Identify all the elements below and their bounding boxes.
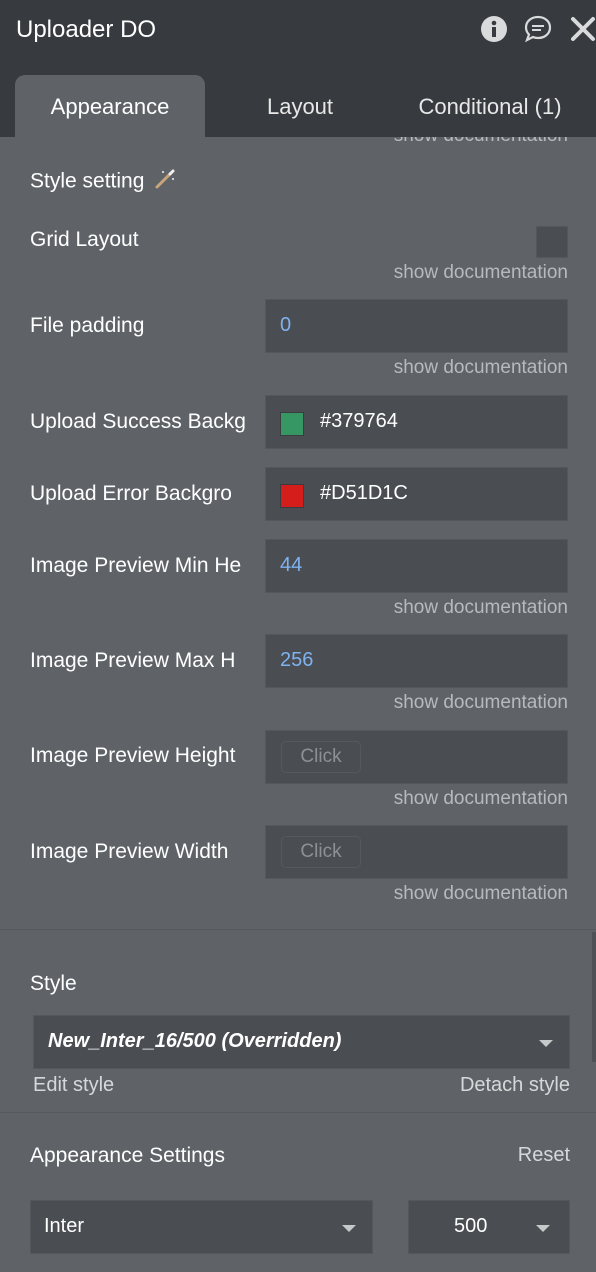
- show-documentation-link[interactable]: show documentation: [394, 262, 568, 284]
- preview-max-height-label: Image Preview Max H: [30, 649, 236, 672]
- tab-conditional[interactable]: Conditional (1): [400, 75, 580, 137]
- color-swatch[interactable]: [280, 484, 304, 508]
- file-padding-label: File padding: [30, 314, 145, 337]
- preview-min-height-value: 44: [280, 554, 303, 576]
- color-swatch[interactable]: [280, 412, 304, 436]
- show-documentation-link[interactable]: show documentation: [394, 692, 568, 714]
- chevron-down-icon: [539, 1040, 553, 1047]
- preview-width-input: Click: [265, 825, 568, 879]
- preview-height-label: Image Preview Height: [30, 744, 236, 767]
- preview-max-height-input[interactable]: 256: [265, 634, 568, 688]
- tab-layout[interactable]: Layout: [235, 75, 365, 137]
- title-bar: Uploader DO: [0, 0, 596, 63]
- info-icon[interactable]: [479, 14, 513, 48]
- preview-width-label: Image Preview Width: [30, 840, 229, 863]
- font-family-value: Inter: [44, 1215, 85, 1237]
- property-panel: show documentation Style setting Grid La…: [0, 137, 596, 1272]
- style-setting-label: Style setting: [30, 168, 176, 196]
- comment-icon[interactable]: [523, 14, 557, 48]
- show-documentation-link[interactable]: show documentation: [394, 788, 568, 810]
- grid-layout-checkbox[interactable]: [536, 226, 568, 258]
- window-title: Uploader DO: [16, 16, 157, 43]
- show-documentation-link[interactable]: show documentation: [394, 137, 568, 147]
- upload-success-label: Upload Success Backg: [30, 410, 246, 433]
- preview-min-height-input[interactable]: 44: [265, 539, 568, 593]
- upload-success-hex: #379764: [320, 410, 398, 432]
- reset-link[interactable]: Reset: [518, 1144, 570, 1167]
- preview-width-click-button[interactable]: Click: [281, 836, 361, 868]
- show-documentation-link[interactable]: show documentation: [394, 597, 568, 619]
- show-documentation-link[interactable]: show documentation: [394, 357, 568, 379]
- preview-max-height-value: 256: [280, 649, 314, 671]
- scrollbar[interactable]: [592, 932, 596, 1062]
- edit-style-link[interactable]: Edit style: [33, 1074, 114, 1097]
- detach-style-link[interactable]: Detach style: [460, 1074, 570, 1097]
- close-icon[interactable]: [568, 14, 596, 48]
- magic-wand-icon: [154, 168, 176, 196]
- upload-error-hex: #D51D1C: [320, 482, 408, 504]
- upload-error-label: Upload Error Backgro: [30, 482, 232, 505]
- tab-appearance[interactable]: Appearance: [15, 75, 205, 137]
- font-weight-dropdown[interactable]: 500: [408, 1200, 570, 1254]
- font-family-dropdown[interactable]: Inter: [30, 1200, 373, 1254]
- tab-bar: Appearance Layout Conditional (1): [0, 63, 596, 137]
- grid-layout-label: Grid Layout: [30, 228, 139, 251]
- file-padding-input[interactable]: 0: [265, 299, 568, 353]
- preview-height-click-button[interactable]: Click: [281, 741, 361, 773]
- appearance-settings-label: Appearance Settings: [30, 1144, 225, 1167]
- style-dropdown-value: New_Inter_16/500 (Overridden): [48, 1030, 342, 1052]
- preview-height-input: Click: [265, 730, 568, 784]
- upload-error-color-input[interactable]: #D51D1C: [265, 467, 568, 521]
- show-documentation-link[interactable]: show documentation: [394, 883, 568, 905]
- preview-min-height-label: Image Preview Min He: [30, 554, 242, 577]
- section-divider: [0, 1112, 596, 1113]
- style-label: Style: [30, 972, 77, 995]
- chevron-down-icon: [536, 1225, 550, 1232]
- upload-success-color-input[interactable]: #379764: [265, 395, 568, 449]
- file-padding-value: 0: [280, 314, 292, 336]
- style-dropdown[interactable]: New_Inter_16/500 (Overridden): [33, 1015, 570, 1069]
- chevron-down-icon: [342, 1225, 356, 1232]
- font-weight-value: 500: [454, 1215, 488, 1237]
- section-divider: [0, 929, 596, 930]
- style-setting-text: Style setting: [30, 169, 145, 193]
